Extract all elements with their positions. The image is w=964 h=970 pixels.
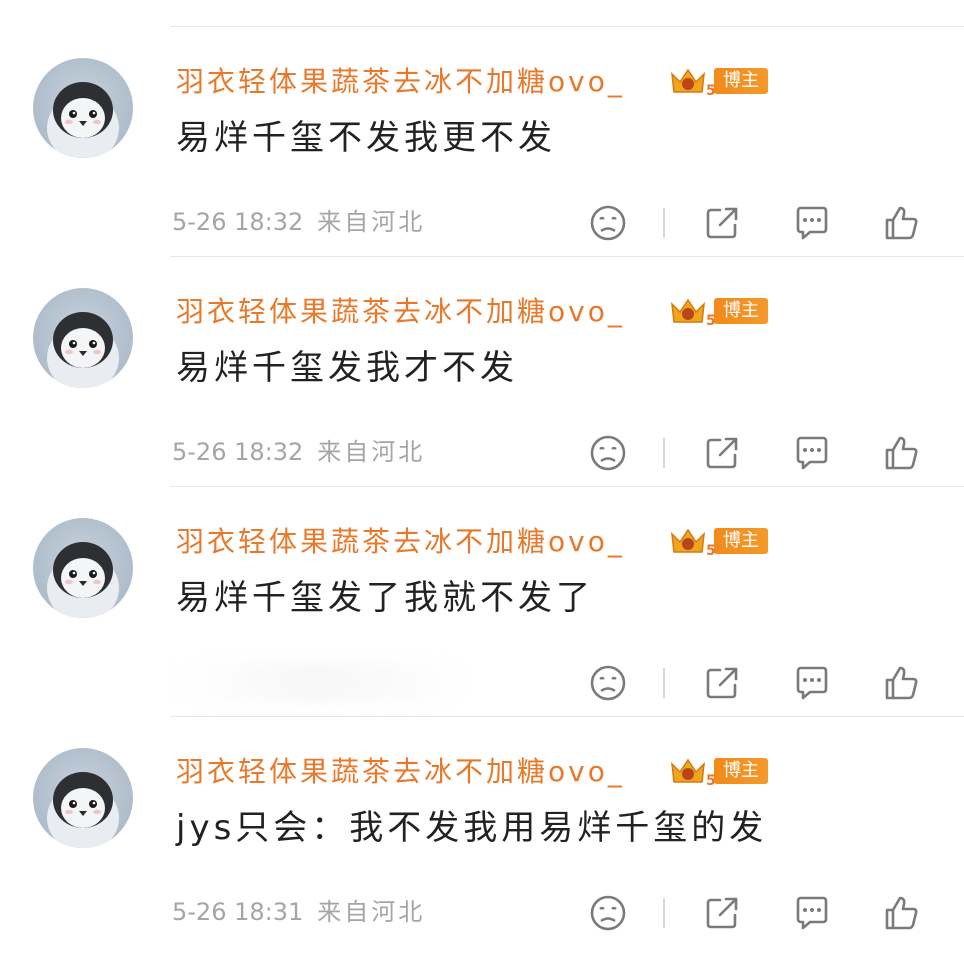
comment-icon[interactable] — [790, 891, 834, 935]
comment-time: 5-26 18:32 — [172, 208, 304, 236]
comment-source: 来自河北 — [317, 898, 426, 926]
divider — [170, 26, 964, 27]
share-icon[interactable] — [700, 661, 744, 705]
badge-label: 博主 — [714, 68, 768, 94]
crown-icon: 5 — [671, 68, 716, 98]
comment-meta: 5-26 18:31 来自河北 — [172, 896, 425, 928]
blogger-badge: 5 博主 — [668, 524, 768, 558]
divider — [170, 486, 964, 487]
comment-icon[interactable] — [790, 201, 834, 245]
comment-item: 羽衣轻体果蔬茶去冰不加糖ovo_ 5 博主 易烊千玺发我才不发 5-26 18:… — [0, 256, 964, 486]
username[interactable]: 羽衣轻体果蔬茶去冰不加糖ovo_ — [176, 292, 625, 332]
divider — [170, 716, 964, 717]
badge-label: 博主 — [714, 758, 768, 784]
like-icon[interactable] — [880, 201, 924, 245]
comment-meta: 5-26 18:32 来自河北 — [172, 436, 425, 468]
like-icon[interactable] — [880, 661, 924, 705]
username[interactable]: 羽衣轻体果蔬茶去冰不加糖ovo_ — [176, 62, 625, 102]
blogger-badge: 5 博主 — [668, 294, 768, 328]
comment-time: 5-26 18:31 — [172, 898, 304, 926]
avatar[interactable] — [33, 518, 133, 618]
comment-item: 羽衣轻体果蔬茶去冰不加糖ovo_ 5 博主 易烊千玺不发我更不发 5-26 18… — [0, 26, 964, 256]
share-icon[interactable] — [700, 201, 744, 245]
dislike-icon[interactable] — [586, 661, 630, 705]
username[interactable]: 羽衣轻体果蔬茶去冰不加糖ovo_ — [176, 752, 625, 792]
comment-icon[interactable] — [790, 431, 834, 475]
separator — [663, 438, 665, 468]
share-icon[interactable] — [700, 431, 744, 475]
separator — [663, 208, 665, 238]
crown-icon: 5 — [671, 298, 716, 328]
avatar[interactable] — [33, 288, 133, 388]
comment-item: 羽衣轻体果蔬茶去冰不加糖ovo_ 5 博主 jys只会：我不发我用易烊千玺的发 … — [0, 716, 964, 946]
penguin-avatar-image — [47, 772, 119, 848]
blogger-badge: 5 博主 — [668, 64, 768, 98]
penguin-avatar-image — [47, 82, 119, 158]
penguin-avatar-image — [47, 542, 119, 618]
badge-label: 博主 — [714, 528, 768, 554]
crown-icon: 5 — [671, 528, 716, 558]
comment-icon[interactable] — [790, 661, 834, 705]
comment-source: 来自河北 — [317, 208, 426, 236]
dislike-icon[interactable] — [586, 891, 630, 935]
comment-item: 羽衣轻体果蔬茶去冰不加糖ovo_ 5 博主 易烊千玺发了我就不发了 — [0, 486, 964, 716]
dislike-icon[interactable] — [586, 431, 630, 475]
comment-text: 易烊千玺发我才不发 — [176, 348, 518, 388]
divider — [170, 256, 964, 257]
comment-source: 来自河北 — [317, 438, 426, 466]
separator — [663, 668, 665, 698]
blogger-badge: 5 博主 — [668, 754, 768, 788]
comment-text: 易烊千玺不发我更不发 — [176, 118, 556, 158]
comment-text: jys只会：我不发我用易烊千玺的发 — [176, 808, 768, 848]
badge-label: 博主 — [714, 298, 768, 324]
separator — [663, 898, 665, 928]
comment-meta: 5-26 18:32 来自河北 — [172, 206, 425, 238]
avatar[interactable] — [33, 748, 133, 848]
username[interactable]: 羽衣轻体果蔬茶去冰不加糖ovo_ — [176, 522, 625, 562]
dislike-icon[interactable] — [586, 201, 630, 245]
crown-icon: 5 — [671, 758, 716, 788]
comment-time: 5-26 18:32 — [172, 438, 304, 466]
like-icon[interactable] — [880, 891, 924, 935]
penguin-avatar-image — [47, 312, 119, 388]
blurred-meta — [170, 662, 460, 702]
like-icon[interactable] — [880, 431, 924, 475]
share-icon[interactable] — [700, 891, 744, 935]
comment-text: 易烊千玺发了我就不发了 — [176, 578, 594, 618]
avatar[interactable] — [33, 58, 133, 158]
